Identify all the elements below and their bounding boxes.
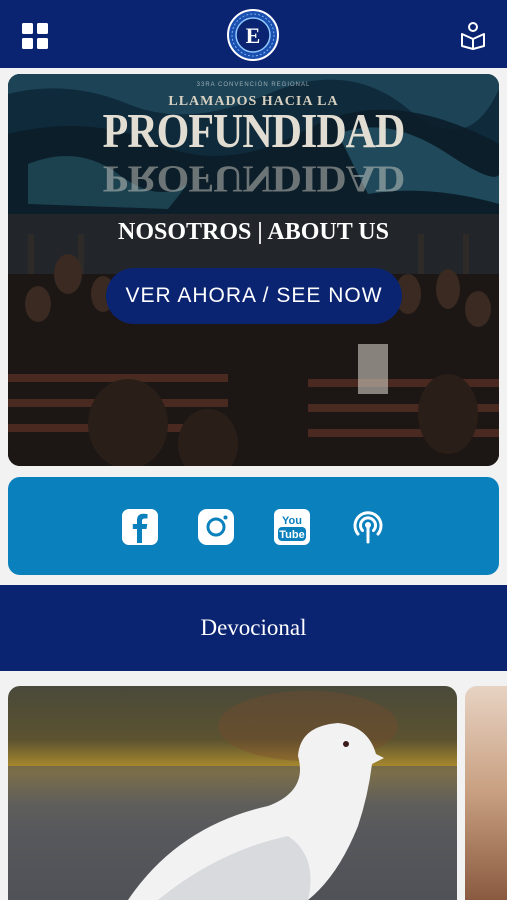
hero-banner-title: PROFUNDIDAD <box>102 105 406 159</box>
devotional-card-next[interactable] <box>465 686 507 900</box>
hero-title: NOSOTROS | ABOUT US <box>118 219 389 245</box>
hero-eyebrow-text: 33RA CONVENCIÓN REGIONAL <box>196 82 311 88</box>
svg-text:You: You <box>282 515 302 527</box>
svg-text:Tube: Tube <box>279 529 304 541</box>
dove-image <box>8 691 457 900</box>
book-reader-icon[interactable] <box>458 20 488 50</box>
top-app-bar: E <box>0 0 507 68</box>
podcast-icon[interactable] <box>349 508 387 546</box>
youtube-icon[interactable]: You Tube <box>273 508 311 546</box>
instagram-icon[interactable] <box>197 508 235 546</box>
devotional-title: Devocional <box>200 615 307 640</box>
devotional-section-header: Devocional <box>0 585 507 671</box>
devotional-card[interactable] <box>8 686 457 900</box>
social-links-bar: You Tube <box>8 477 499 575</box>
see-now-button[interactable]: VER AHORA / SEE NOW <box>106 268 402 324</box>
grid-menu-icon[interactable] <box>22 23 48 49</box>
hero-congregation-scene <box>8 214 499 466</box>
about-us-hero-card[interactable]: 33RA CONVENCIÓN REGIONAL LLAMADOS HACIA … <box>8 74 499 466</box>
facebook-icon[interactable] <box>121 508 159 546</box>
logo-letter: E <box>246 23 261 48</box>
hero-banner-reflection: PROFUNDIDAD <box>102 157 405 199</box>
church-logo[interactable]: E <box>226 8 280 62</box>
